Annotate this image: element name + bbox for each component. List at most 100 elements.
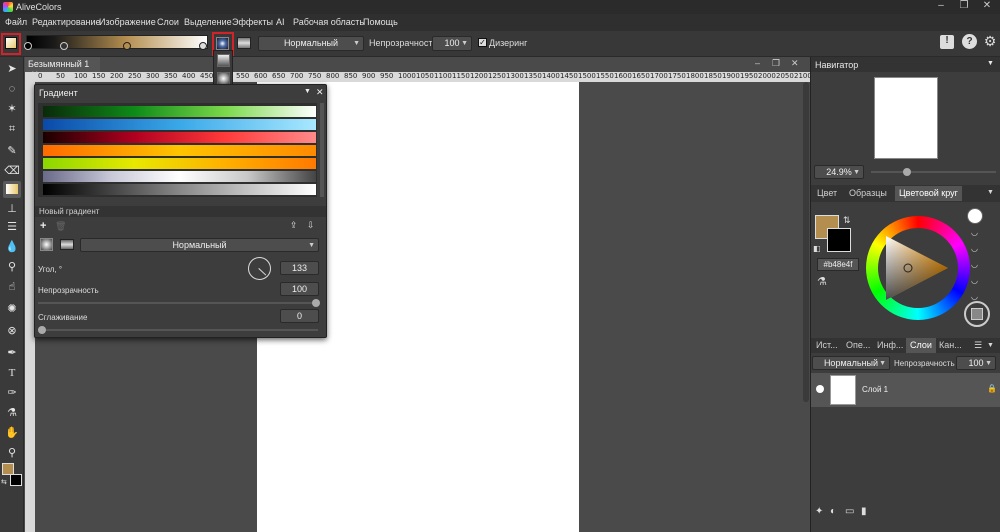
menu-effects[interactable]: Эффекты <box>232 17 273 27</box>
layers-list-icon[interactable]: ☰ <box>974 340 982 351</box>
menu-file[interactable]: Файл <box>5 17 27 27</box>
brush-tool-icon[interactable]: ✎ <box>3 143 21 160</box>
menu-layers[interactable]: Слои <box>157 17 179 27</box>
tab-history[interactable]: Ист... <box>812 338 842 353</box>
zoom-select[interactable]: 24.9% ▼ <box>814 165 864 179</box>
layer-visibility-eye-icon[interactable] <box>816 385 824 393</box>
gradient-preset[interactable] <box>43 171 316 182</box>
opacity-slider-handle[interactable] <box>312 299 320 307</box>
minimize-icon[interactable]: – <box>930 0 952 12</box>
move-tool-icon[interactable]: ➤ <box>3 61 21 78</box>
gradient-preset[interactable] <box>43 119 316 130</box>
zoom-slider-handle[interactable] <box>903 168 911 176</box>
retouch-tool-icon[interactable]: ✺ <box>3 301 21 318</box>
add-gradient-icon[interactable]: + <box>40 220 46 232</box>
blend-mode-select[interactable]: Нормальный ▼ <box>258 36 364 51</box>
menu-selection[interactable]: Выделение <box>184 17 232 27</box>
gradient-stop-handle[interactable] <box>199 42 207 50</box>
hex-color-field[interactable]: #b48e4f <box>817 258 859 271</box>
panel-menu-icon[interactable]: ▼ <box>987 189 994 196</box>
export-gradient-icon[interactable]: ⇪ <box>290 220 298 231</box>
layer-blend-mode-select[interactable]: Нормальный ▼ <box>812 356 890 370</box>
eyedropper-tool-icon[interactable]: ⚗ <box>3 405 21 422</box>
smoothing-slider-handle[interactable] <box>38 326 46 334</box>
reset-colors-icon[interactable]: ◧ <box>813 244 821 253</box>
lasso-tool-icon[interactable]: ◌ <box>3 81 21 98</box>
panel-menu-icon[interactable]: ▼ <box>987 342 994 349</box>
layer-lock-icon[interactable]: 🔒 <box>987 384 997 393</box>
settings-gear-icon[interactable]: ⚙ <box>982 33 998 49</box>
crop-tool-icon[interactable]: ⌗ <box>3 121 21 138</box>
tab-swatches[interactable]: Образцы <box>845 186 891 201</box>
warp-tool-icon[interactable]: ⊗ <box>3 323 21 340</box>
eraser-tool-icon[interactable]: ⌫ <box>3 163 21 180</box>
linear-gradient-icon[interactable] <box>217 54 230 67</box>
dodge-tool-icon[interactable]: ⚲ <box>3 259 21 276</box>
gradient-preset[interactable] <box>43 132 316 143</box>
wheel-mode-option-icon[interactable]: ◡ <box>971 292 978 301</box>
eyedropper-icon[interactable]: ⚗ <box>817 275 827 288</box>
smoothing-slider-track[interactable] <box>38 326 318 334</box>
pen-tool-icon[interactable]: ✒ <box>3 345 21 362</box>
linear-shape-icon[interactable] <box>60 239 74 250</box>
gradient-preview-bar[interactable] <box>26 35 208 49</box>
layer-row[interactable]: Слой 1 🔒 <box>811 373 1000 407</box>
close-panel-icon[interactable]: ✕ <box>316 87 324 98</box>
color-triangle[interactable] <box>886 232 956 304</box>
radial-shape-icon[interactable] <box>40 238 53 251</box>
smudge-tool-icon[interactable]: ☝ <box>3 279 21 296</box>
menu-edit[interactable]: Редактирование <box>32 17 101 27</box>
gradient-preset[interactable] <box>43 145 316 156</box>
help-icon[interactable]: ? <box>962 34 977 49</box>
gradient-preset[interactable] <box>43 184 316 195</box>
layer-group-icon[interactable]: ▭ <box>845 506 854 517</box>
layer-opacity-field[interactable]: 100 ▼ <box>956 356 996 370</box>
hand-tool-icon[interactable]: ✋ <box>3 425 21 442</box>
wheel-mode-option-icon[interactable]: ◡ <box>971 244 978 253</box>
restore-doc-icon[interactable]: ❐ <box>772 58 786 70</box>
radial-gradient-type-icon[interactable] <box>216 37 229 50</box>
secondary-color-swatch[interactable] <box>827 228 851 252</box>
wheel-mode-option-icon[interactable]: ◡ <box>971 260 978 269</box>
feedback-icon[interactable]: ! <box>940 35 954 49</box>
tab-color-wheel[interactable]: Цветовой круг <box>895 186 962 201</box>
gradient-stop-handle[interactable] <box>60 42 68 50</box>
minimize-doc-icon[interactable]: – <box>755 58 769 70</box>
secondary-color-swatch[interactable] <box>10 474 22 486</box>
menu-help[interactable]: Помощь <box>363 17 398 27</box>
opacity-slider-track[interactable] <box>38 299 320 307</box>
layer-mask-icon[interactable]: ◐ <box>830 506 836 517</box>
close-doc-icon[interactable]: ✕ <box>791 58 805 70</box>
close-icon[interactable]: ✕ <box>976 0 998 12</box>
smoothing-input[interactable]: 0 <box>280 309 319 323</box>
path-tool-icon[interactable]: ✑ <box>3 385 21 402</box>
color-wheel[interactable] <box>866 216 970 320</box>
panel-menu-icon[interactable]: ▼ <box>304 88 311 95</box>
tab-info[interactable]: Инф... <box>873 338 907 353</box>
tab-layers[interactable]: Слои <box>906 338 936 353</box>
stamp-tool-icon[interactable]: ⊥ <box>3 201 21 218</box>
maximize-icon[interactable]: ❐ <box>953 0 975 12</box>
opacity-field[interactable]: 100 ▼ <box>432 36 472 51</box>
gradient-tool-icon[interactable] <box>5 37 17 49</box>
swap-colors-icon[interactable]: ⇅ <box>843 215 851 226</box>
drop-tool-icon[interactable]: 💧 <box>3 239 21 256</box>
gradient-preset[interactable] <box>43 158 316 169</box>
gradient-tool-icon[interactable] <box>3 181 21 198</box>
wheel-mode-circle-icon[interactable] <box>967 208 983 224</box>
gradient-stop-handle[interactable] <box>24 42 32 50</box>
zoom-slider-track[interactable] <box>871 168 996 176</box>
text-tool-icon[interactable]: T <box>3 365 21 382</box>
panel-menu-icon[interactable]: ▼ <box>987 60 994 67</box>
zoom-tool-icon[interactable]: ⚲ <box>3 445 21 462</box>
swap-colors-icon[interactable]: ⇆ <box>1 478 7 486</box>
magic-wand-icon[interactable]: ✶ <box>3 101 21 118</box>
menu-workspace[interactable]: Рабочая область <box>293 17 364 27</box>
gradient-mode-select[interactable]: Нормальный ▼ <box>80 238 319 252</box>
gradient-shape-icon[interactable] <box>237 37 251 49</box>
wheel-mode-option-icon[interactable]: ◡ <box>971 276 978 285</box>
wheel-mode-option-icon[interactable]: ◡ <box>971 228 978 237</box>
opacity-input[interactable]: 100 <box>280 282 319 296</box>
new-layer-icon[interactable]: ▮ <box>861 506 867 517</box>
tab-operations[interactable]: Опе... <box>842 338 874 353</box>
